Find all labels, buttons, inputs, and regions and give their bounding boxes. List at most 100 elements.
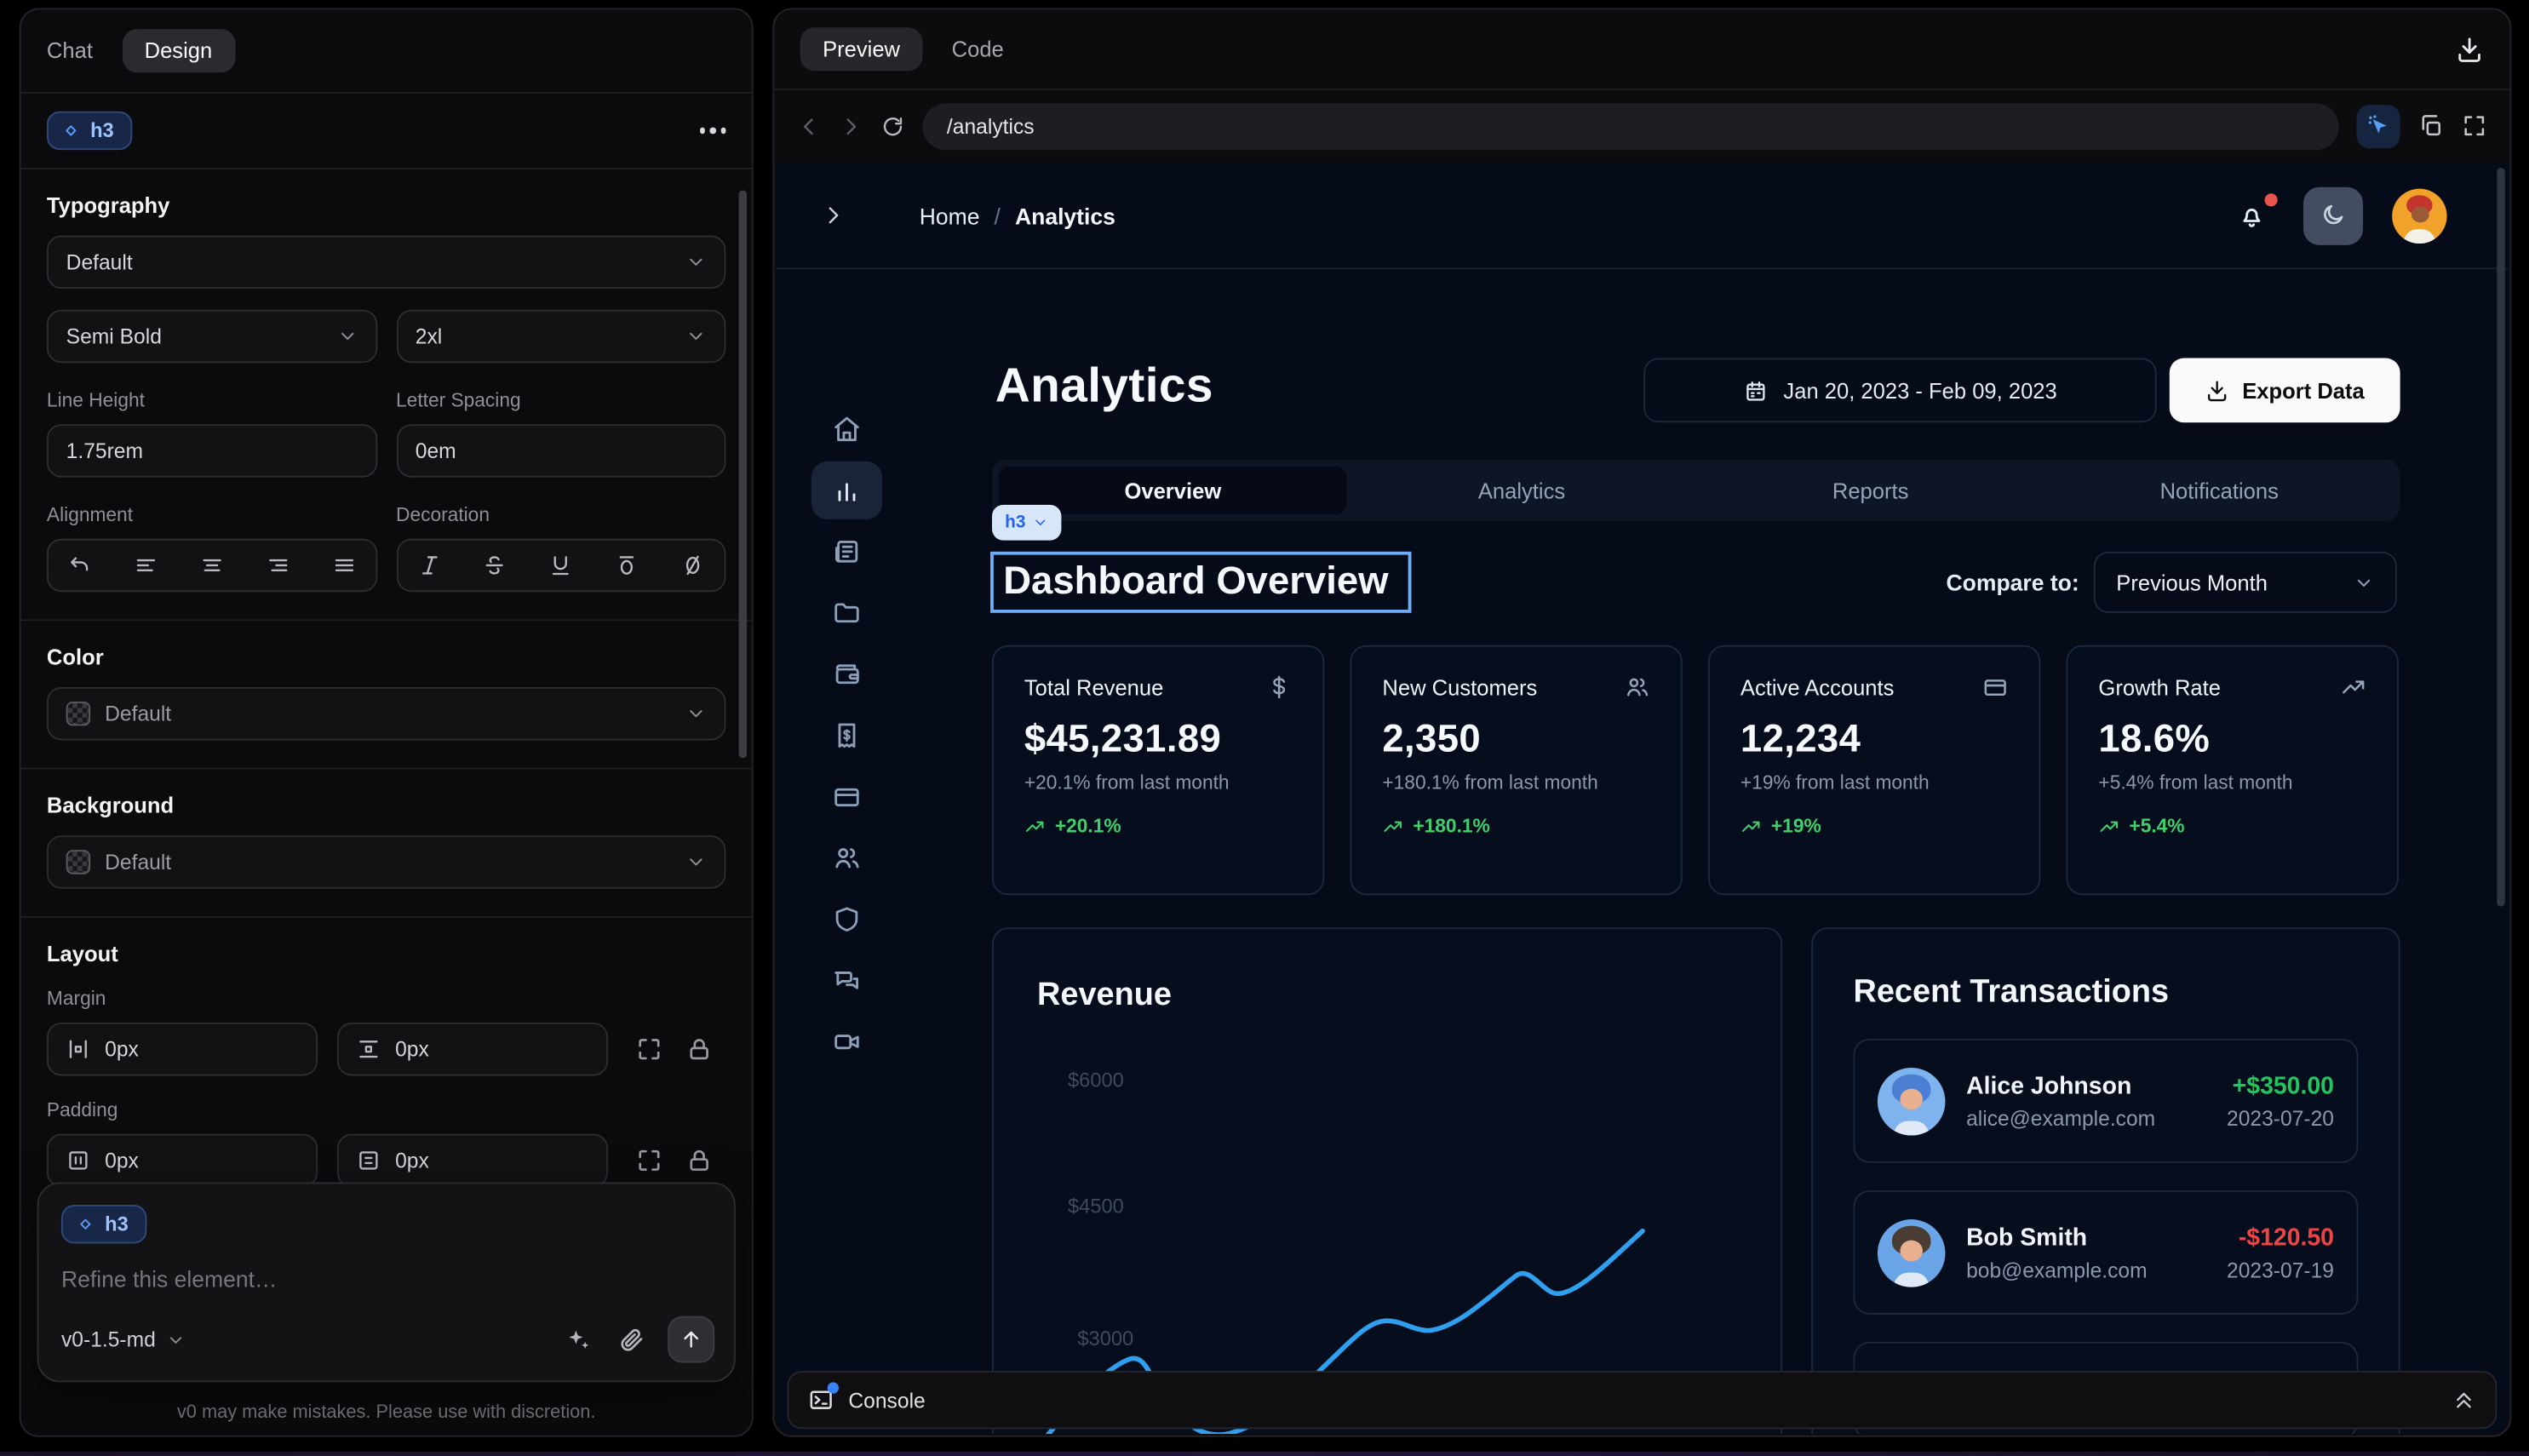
no-decoration-icon[interactable] <box>680 553 704 577</box>
tab-notifications[interactable]: Notifications <box>2044 466 2394 514</box>
color-select[interactable]: Default <box>47 687 725 741</box>
lock-icon[interactable] <box>685 1035 713 1063</box>
breadcrumb-home[interactable]: Home <box>920 203 980 228</box>
undo-icon[interactable] <box>68 553 92 577</box>
line-height-input[interactable]: 1.75rem <box>47 424 376 478</box>
color-heading: Color <box>47 645 725 669</box>
align-center-icon[interactable] <box>199 553 223 577</box>
letter-spacing-input[interactable]: 0em <box>396 424 725 478</box>
sidebar-item-invoices[interactable] <box>811 707 882 765</box>
alignment-group <box>47 539 376 593</box>
italic-icon[interactable] <box>417 553 441 577</box>
paperclip-icon[interactable] <box>618 1326 645 1353</box>
inspector-element-chip[interactable]: h3 <box>992 505 1061 541</box>
forward-icon[interactable] <box>839 114 863 138</box>
user-avatar[interactable] <box>2392 188 2446 243</box>
download-icon <box>2205 378 2229 402</box>
margin-x-input[interactable]: 0px <box>47 1023 318 1076</box>
line-height-value: 1.75rem <box>66 439 143 462</box>
copy-icon[interactable] <box>2417 113 2443 139</box>
preview-scrollbar[interactable] <box>2497 168 2504 907</box>
section-title: Dashboard Overview <box>1003 559 1388 605</box>
trending-up-icon <box>2098 816 2119 837</box>
tab-chat[interactable]: Chat <box>47 38 93 62</box>
overline-icon[interactable] <box>615 553 639 577</box>
panel-scrollbar[interactable] <box>739 191 747 759</box>
console-bar[interactable]: Console <box>787 1371 2497 1429</box>
compare-select[interactable]: Previous Month <box>2094 552 2397 613</box>
bell-icon <box>2237 201 2266 230</box>
lock-icon[interactable] <box>685 1147 713 1174</box>
align-left-icon[interactable] <box>134 553 158 577</box>
prompt-element-chip[interactable]: h3 <box>61 1205 146 1243</box>
selected-element-outline[interactable]: Dashboard Overview <box>990 552 1411 613</box>
trending-up-icon <box>2341 674 2366 700</box>
sidebar-item-messages[interactable] <box>811 952 882 1010</box>
notifications-button[interactable] <box>2237 201 2266 230</box>
margin-x-value: 0px <box>105 1037 139 1061</box>
stat-delta: +19% <box>1771 815 1821 838</box>
font-weight-select[interactable]: Semi Bold <box>47 310 376 364</box>
font-size-select[interactable]: 2xl <box>396 310 725 364</box>
diamond-icon <box>61 121 81 140</box>
strikethrough-icon[interactable] <box>483 553 507 577</box>
sparkles-icon[interactable] <box>565 1326 592 1353</box>
selected-element-chip[interactable]: h3 <box>47 112 132 150</box>
sidebar-item-news[interactable] <box>811 523 882 581</box>
tab-design[interactable]: Design <box>122 29 235 72</box>
sidebar-item-video[interactable] <box>811 1013 882 1071</box>
tab-reports[interactable]: Reports <box>1696 466 2045 514</box>
tab-analytics[interactable]: Analytics <box>1347 466 1696 514</box>
sidebar-toggle-icon[interactable] <box>821 203 845 227</box>
underline-icon[interactable] <box>549 553 573 577</box>
download-icon[interactable] <box>2455 35 2484 64</box>
padding-y-input[interactable]: 0px <box>337 1134 608 1188</box>
recent-transactions-card: Recent Transactions Alice Johnson alice@… <box>1811 927 2400 1434</box>
expand-icon[interactable] <box>635 1147 662 1174</box>
font-family-select[interactable]: Default <box>47 236 725 289</box>
receipt-icon <box>832 721 861 750</box>
align-right-icon[interactable] <box>266 553 290 577</box>
sidebar-item-customers[interactable] <box>811 829 882 887</box>
tab-code[interactable]: Code <box>952 37 1004 61</box>
pointer-tool-button[interactable] <box>2357 104 2400 147</box>
model-selector[interactable]: v0-1.5-md <box>61 1327 185 1351</box>
sidebar-item-home[interactable] <box>811 400 882 458</box>
sidebar-item-payments[interactable] <box>811 768 882 826</box>
expand-icon[interactable] <box>635 1035 662 1063</box>
padding-x-input[interactable]: 0px <box>47 1134 318 1188</box>
letter-spacing-value: 0em <box>416 439 456 462</box>
margin-y-input[interactable]: 0px <box>337 1023 608 1076</box>
transaction-row[interactable]: Bob Smith bob@example.com -$120.50 2023-… <box>1854 1190 2359 1315</box>
credit-card-icon <box>1982 674 2008 700</box>
date-range-value: Jan 20, 2023 - Feb 09, 2023 <box>1783 378 2056 402</box>
arrow-up-icon <box>679 1327 702 1351</box>
tab-preview[interactable]: Preview <box>800 27 923 71</box>
send-button[interactable] <box>668 1316 714 1363</box>
sidebar-item-files[interactable] <box>811 584 882 642</box>
decoration-group <box>396 539 725 593</box>
sidebar-item-wallet[interactable] <box>811 645 882 703</box>
date-range-picker[interactable]: Jan 20, 2023 - Feb 09, 2023 <box>1643 358 2156 423</box>
more-ellipsis-icon[interactable] <box>699 128 725 134</box>
chevrons-up-icon[interactable] <box>2452 1388 2475 1412</box>
prompt-input[interactable]: Refine this element… <box>61 1266 711 1292</box>
back-icon[interactable] <box>797 114 821 138</box>
fullscreen-icon[interactable] <box>2462 113 2487 139</box>
transparent-swatch-icon <box>66 702 90 725</box>
background-select[interactable]: Default <box>47 835 725 889</box>
align-justify-icon[interactable] <box>331 553 355 577</box>
users-icon <box>1625 674 1650 700</box>
export-data-button[interactable]: Export Data <box>2170 358 2400 423</box>
disclaimer-text: v0 may make mistakes. Please use with di… <box>21 1403 752 1423</box>
transaction-row[interactable]: Alice Johnson alice@example.com +$350.00… <box>1854 1039 2359 1163</box>
padding-x-value: 0px <box>105 1149 139 1172</box>
stat-subtext: +19% from last month <box>1740 771 2008 794</box>
sidebar-item-security[interactable] <box>811 891 882 949</box>
refresh-icon[interactable] <box>880 114 904 138</box>
url-input[interactable]: /analytics <box>923 102 2339 149</box>
stat-delta: +20.1% <box>1055 815 1121 838</box>
transaction-amount: +$350.00 <box>2227 1072 2334 1099</box>
sidebar-item-analytics[interactable] <box>811 461 882 519</box>
theme-toggle-button[interactable] <box>2303 186 2363 244</box>
